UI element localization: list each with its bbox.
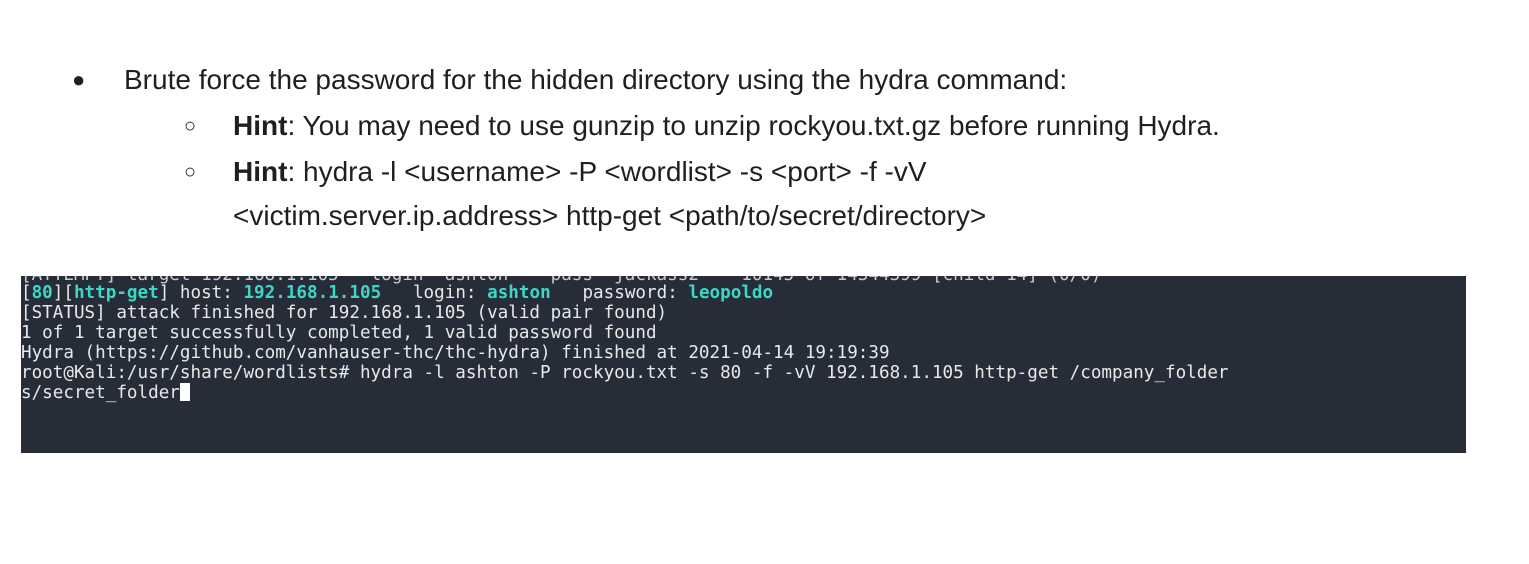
hint-item-hydra-continuation: <victim.server.ip.address> http-get <pat… [0,196,1529,236]
sub-bullet-icon: ○ [184,115,197,137]
sub-bullet-icon: ○ [184,161,197,183]
hint-label: Hint [233,110,288,141]
prompt-continuation-text: s/secret_folder [21,383,180,403]
terminal-prompt-line: root@Kali:/usr/share/wordlists# hydra -l… [21,363,1229,383]
hint-body: : hydra -l <username> -P <wordlist> -s <… [287,156,927,187]
terminal-screenshot: [ATTEMPT] target 192.168.1.105 - login "… [21,276,1466,453]
hint-item-gunzip: ○ Hint: You may need to use gunzip to un… [0,106,1529,146]
result-host: 192.168.1.105 [243,283,382,303]
result-password-label: password: [550,283,689,303]
result-login: ashton [487,283,551,303]
cursor-icon [179,383,190,401]
result-host-label: ] host: [158,283,244,303]
result-bracket: [ [21,283,32,303]
terminal-finished-line: Hydra (https://github.com/vanhauser-thc/… [21,343,890,363]
result-password: leopoldo [688,283,774,303]
hint-body: : You may need to use gunzip to unzip ro… [287,110,1220,141]
result-port: 80 [31,283,53,303]
document-page: ● Brute force the password for the hidde… [0,0,1529,564]
result-login-label: login: [381,283,488,303]
terminal-summary-line: 1 of 1 target successfully completed, 1 … [21,323,657,343]
instruction-text: Brute force the password for the hidden … [124,64,1068,95]
hint-text: Hint: hydra -l <username> -P <wordlist> … [233,152,927,192]
terminal-status-line: [STATUS] attack finished for 192.168.1.1… [21,303,668,323]
hint-item-hydra: ○ Hint: hydra -l <username> -P <wordlist… [0,152,1529,192]
result-bracket: ][ [52,283,74,303]
result-service: http-get [73,283,159,303]
hint-continuation-text: <victim.server.ip.address> http-get <pat… [233,200,987,231]
instruction-bullet: ● Brute force the password for the hidde… [0,60,1529,100]
hint-text: Hint: You may need to use gunzip to unzi… [233,106,1220,146]
bullet-icon: ● [72,67,86,92]
hint-label: Hint [233,156,288,187]
terminal-result-line: [80][http-get] host: 192.168.1.105 login… [21,282,773,304]
terminal-prompt-continuation: s/secret_folder [21,382,190,404]
